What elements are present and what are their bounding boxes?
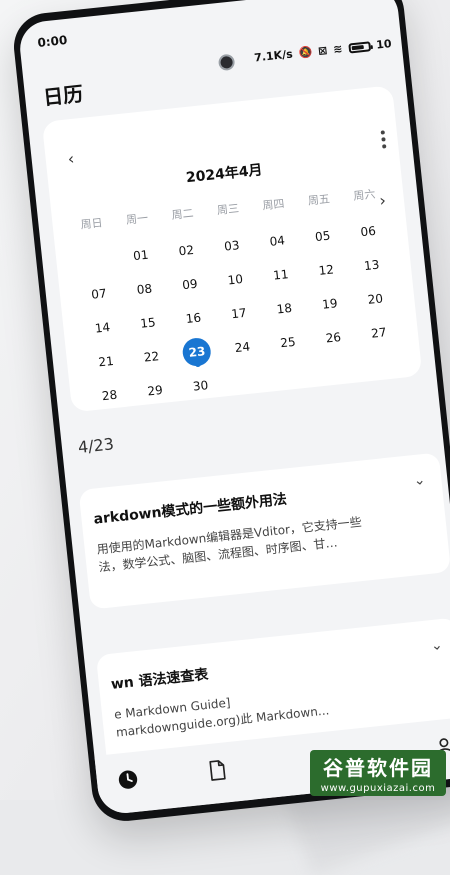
calendar-day-number: 26 bbox=[325, 329, 342, 346]
calendar-day-number: 06 bbox=[359, 223, 377, 240]
wifi-icon: ≋ bbox=[332, 42, 344, 57]
calendar-day[interactable]: 13 bbox=[347, 246, 396, 285]
calendar-day-number: 09 bbox=[181, 276, 199, 293]
calendar-day-number: 20 bbox=[366, 291, 384, 307]
calendar-day-number: 18 bbox=[276, 300, 293, 317]
clock-icon bbox=[118, 770, 138, 789]
calendar-day-number: 04 bbox=[268, 233, 286, 249]
weekday-label: 周四 bbox=[261, 197, 286, 213]
calendar-day-number: 29 bbox=[146, 382, 164, 399]
calendar-day[interactable]: 24 bbox=[218, 328, 267, 367]
calendar-day-number: 23 bbox=[181, 336, 213, 368]
calendar-day-number: 16 bbox=[185, 310, 202, 327]
calendar-day-number: 02 bbox=[177, 242, 195, 259]
calendar-day-number: 01 bbox=[132, 247, 150, 264]
calendar-day[interactable]: 21 bbox=[82, 342, 131, 381]
network-speed: 7.1K/s bbox=[253, 47, 294, 65]
chevron-down-icon[interactable]: ⌄ bbox=[430, 637, 443, 654]
calendar-day-number: 25 bbox=[279, 334, 297, 351]
nav-tab-documents[interactable] bbox=[203, 756, 232, 785]
weekday-label: 周五 bbox=[307, 192, 331, 208]
calendar-day-number: 30 bbox=[192, 378, 209, 394]
calendar-day-number: 24 bbox=[234, 339, 251, 356]
status-time: 0:00 bbox=[36, 32, 68, 51]
document-icon bbox=[209, 760, 226, 781]
system-icons: 7.1K/s 🔕 ⊠ ≋ 10 bbox=[254, 37, 393, 64]
calendar-day-number: 15 bbox=[139, 315, 157, 331]
calendar-day-number: 03 bbox=[223, 238, 241, 254]
more-vert-icon[interactable] bbox=[380, 130, 389, 149]
calendar-day[interactable]: 29 bbox=[131, 371, 180, 410]
calendar-day-number: 17 bbox=[230, 305, 248, 322]
battery-icon bbox=[347, 40, 371, 54]
weekday-label: 周三 bbox=[216, 201, 240, 218]
calendar-day-number: 07 bbox=[90, 286, 108, 302]
calendar-day[interactable]: 05 bbox=[298, 217, 347, 256]
calendar-day[interactable]: 04 bbox=[253, 222, 302, 261]
calendar-day[interactable]: 30 bbox=[176, 367, 225, 406]
calendar-day[interactable]: 19 bbox=[305, 285, 354, 324]
calendar-day[interactable]: 03 bbox=[207, 227, 256, 266]
watermark-url: www.gupuxiazai.com bbox=[320, 783, 436, 794]
selected-date-label: 4/23 bbox=[77, 434, 115, 457]
calendar-day-number: 13 bbox=[363, 257, 381, 274]
calendar-day-number: 22 bbox=[143, 349, 160, 365]
calendar-day[interactable]: 07 bbox=[74, 275, 123, 314]
note-title: wn 语法速查表 bbox=[110, 666, 210, 693]
calendar-day[interactable]: 28 bbox=[85, 376, 134, 415]
mute-icon: 🔕 bbox=[297, 45, 313, 60]
calendar-day[interactable]: 26 bbox=[309, 318, 358, 357]
calendar-day[interactable]: 09 bbox=[165, 265, 214, 304]
calendar-day[interactable]: 10 bbox=[211, 260, 260, 299]
calendar-day[interactable]: 27 bbox=[354, 314, 403, 353]
calendar-day[interactable]: 12 bbox=[302, 251, 351, 290]
calendar-days-grid: 01 02 03 04 05 06 07 08 09 10 11 12 13 14 15 16 17 18 19 20… bbox=[71, 212, 407, 415]
calendar-day[interactable]: 22 bbox=[127, 338, 176, 377]
page-title: 日历 bbox=[42, 81, 85, 110]
calendar-day[interactable]: 11 bbox=[256, 256, 305, 295]
calendar-day-number: 28 bbox=[101, 387, 118, 404]
watermark-title: 谷普软件园 bbox=[323, 756, 433, 780]
phone-screen: 0:00 7.1K/s 🔕 ⊠ ≋ 10 日历 ‹ 2024年4月 › 周日 周… bbox=[17, 0, 450, 816]
sim-icon: ⊠ bbox=[317, 43, 329, 58]
battery-level: 10 bbox=[375, 37, 393, 52]
calendar-day[interactable]: 15 bbox=[123, 304, 172, 343]
weekday-label: 周日 bbox=[79, 216, 104, 232]
calendar-day-number: 19 bbox=[321, 296, 339, 312]
calendar-day-number: 12 bbox=[317, 262, 335, 278]
weekday-label: 周一 bbox=[125, 211, 149, 227]
calendar-day[interactable]: 16 bbox=[169, 299, 218, 338]
calendar-day-number: 21 bbox=[97, 353, 115, 370]
calendar-day[interactable]: 01 bbox=[116, 236, 165, 275]
calendar-day-empty bbox=[71, 241, 120, 280]
calendar-day[interactable]: 06 bbox=[344, 212, 393, 251]
calendar-day[interactable]: 02 bbox=[162, 231, 211, 270]
calendar-day[interactable]: 14 bbox=[78, 309, 127, 348]
note-card[interactable]: arkdown模式的一些额外用法 ⌄ 用使用的Markdown编辑器是Vdito… bbox=[78, 452, 450, 610]
watermark-logo: 谷普软件园 www.gupuxiazai.com bbox=[310, 750, 446, 796]
nav-tab-calendar[interactable] bbox=[114, 765, 143, 794]
calendar-day-selected[interactable]: 23 bbox=[172, 333, 221, 372]
calendar-card: ‹ 2024年4月 › 周日 周一 周二 周三 周四 周五 周六 01 02 03 0… bbox=[41, 85, 423, 415]
calendar-day[interactable]: 08 bbox=[120, 270, 169, 309]
front-camera bbox=[217, 53, 236, 72]
calendar-day-number: 10 bbox=[227, 271, 244, 288]
chevron-left-icon[interactable]: ‹ bbox=[67, 149, 75, 169]
calendar-day-number: 14 bbox=[94, 320, 111, 336]
chevron-down-icon[interactable]: ⌄ bbox=[413, 472, 426, 489]
calendar-day-number: 11 bbox=[272, 267, 290, 283]
calendar-day[interactable]: 20 bbox=[351, 280, 400, 319]
calendar-day[interactable]: 17 bbox=[214, 294, 263, 333]
calendar-day[interactable]: 25 bbox=[263, 323, 312, 362]
calendar-day[interactable]: 18 bbox=[260, 289, 309, 328]
calendar-day-number: 05 bbox=[314, 228, 332, 245]
calendar-day-number: 27 bbox=[370, 325, 388, 341]
weekday-label: 周二 bbox=[170, 206, 195, 222]
calendar-day-number: 08 bbox=[136, 281, 153, 297]
